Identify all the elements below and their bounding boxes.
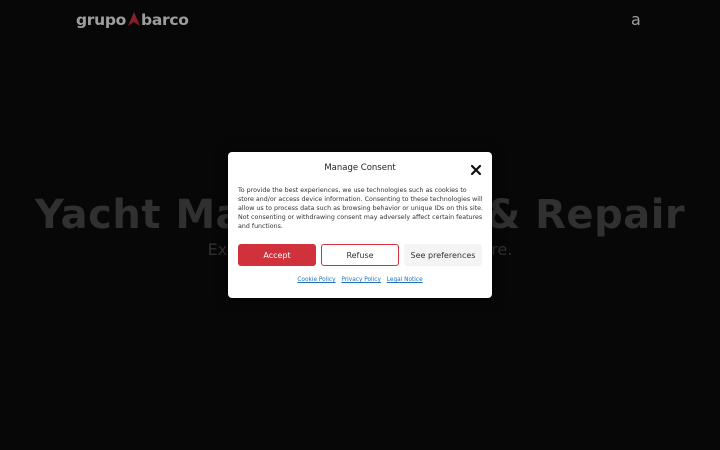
accept-button[interactable]: Accept bbox=[238, 244, 316, 266]
refuse-button[interactable]: Refuse bbox=[321, 244, 399, 266]
policy-links: Cookie Policy Privacy Policy Legal Notic… bbox=[228, 277, 492, 283]
legal-notice-link[interactable]: Legal Notice bbox=[387, 277, 423, 283]
page: grupo barco a Yacht Maintenance & Repair… bbox=[0, 0, 720, 450]
consent-title: Manage Consent bbox=[324, 163, 396, 173]
cookie-policy-link[interactable]: Cookie Policy bbox=[297, 277, 335, 283]
consent-dialog: Manage Consent To provide the best exper… bbox=[228, 152, 492, 298]
close-icon[interactable] bbox=[470, 161, 482, 176]
see-preferences-button[interactable]: See preferences bbox=[404, 244, 482, 266]
privacy-policy-link[interactable]: Privacy Policy bbox=[341, 277, 381, 283]
consent-body: To provide the best experiences, we use … bbox=[238, 187, 484, 230]
